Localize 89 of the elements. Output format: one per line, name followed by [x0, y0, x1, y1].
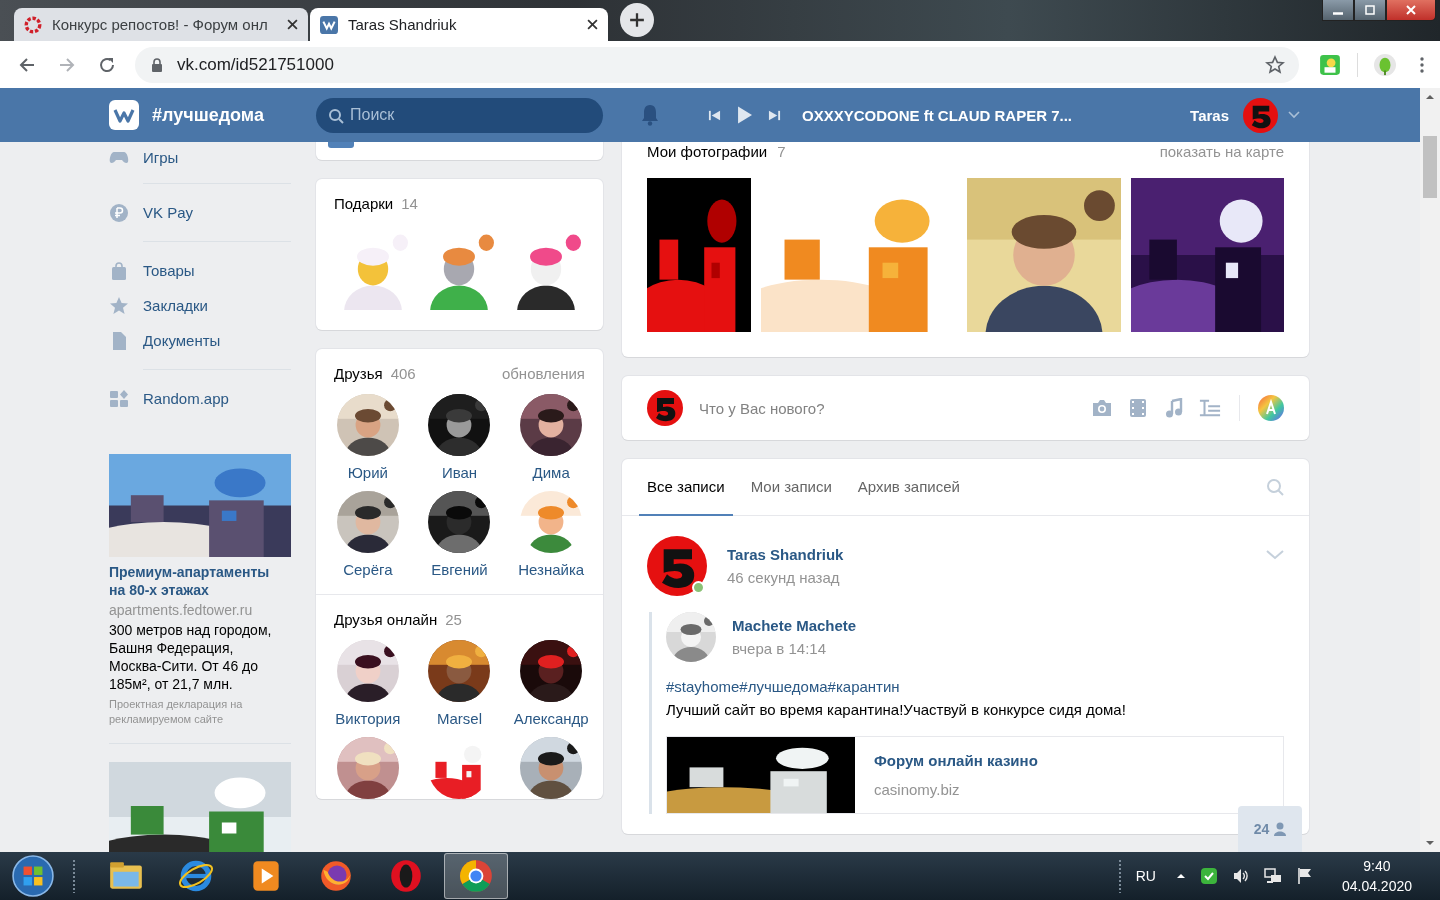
close-icon[interactable]: [587, 19, 598, 30]
tab-title: Taras Shandriuk: [348, 16, 458, 33]
maximize-button[interactable]: [1354, 0, 1386, 21]
scrollbar[interactable]: [1420, 88, 1440, 852]
up-arrow-icon[interactable]: [1425, 94, 1435, 100]
sidebar-item[interactable]: VK Pay: [105, 195, 291, 230]
friend-name[interactable]: Евгений: [431, 561, 488, 578]
avatar[interactable]: [647, 390, 683, 426]
track-title[interactable]: OXXXYCODONE ft CLAUD RAPER 7...: [802, 106, 1191, 124]
hashtags[interactable]: #stayhome#лучшедома#карантин: [666, 678, 1284, 695]
tab-title: Конкурс репостов! - Форум онл: [52, 16, 269, 33]
ad-note: Проектная декларация на рекламируемом сайте: [109, 697, 244, 727]
section-title[interactable]: Друзья: [334, 365, 383, 382]
post-input[interactable]: Что у Вас нового?: [697, 398, 1077, 418]
market-icon: [109, 260, 129, 281]
start-button[interactable]: [12, 855, 54, 897]
down-arrow-icon[interactable]: [1425, 840, 1435, 846]
sidebar-item[interactable]: Игры: [105, 142, 291, 172]
url-text: vk.com/id521751000: [177, 54, 335, 75]
wall-tab[interactable]: Все записи: [639, 459, 733, 516]
count: 25: [445, 611, 462, 628]
repost-author[interactable]: Machete Machete: [732, 617, 1284, 634]
site-title[interactable]: #лучшедома: [152, 104, 264, 126]
star-icon[interactable]: [1265, 54, 1285, 75]
flag-icon[interactable]: [1295, 867, 1314, 885]
post-text: Лучший сайт во время карантина!Участвуй в конкурсе сидя дома!: [666, 701, 1127, 718]
section-title[interactable]: Друзья онлайн: [334, 611, 438, 628]
lock-icon: [151, 57, 163, 72]
browser-tab[interactable]: Конкурс репостов! - Форум онл: [14, 8, 308, 41]
minimize-button[interactable]: [1322, 0, 1354, 21]
caret-icon[interactable]: [1175, 873, 1186, 879]
ad-text: 300 метров над городом, Башня Федерация, Москва-Сити. От 46 до 185м², от 21,7 млн.: [109, 621, 273, 693]
vk-logo-icon[interactable]: [109, 100, 139, 130]
bookmarks-icon: [109, 295, 129, 316]
ad-title[interactable]: Премиум-апартаменты на 80-х этажах: [109, 563, 281, 599]
sidebar-item[interactable]: Random.app: [105, 381, 291, 416]
sidebar-item[interactable]: Документы: [105, 323, 291, 358]
apps-icon: [109, 388, 129, 409]
search-icon: [328, 107, 344, 124]
friend-name[interactable]: Marsel: [437, 710, 482, 727]
count: 406: [390, 365, 416, 382]
address-field[interactable]: vk.com/id521751000: [135, 46, 1299, 83]
minimize-icon: [1333, 11, 1343, 15]
post-author[interactable]: Taras Shandriuk: [727, 546, 1246, 563]
link-title[interactable]: Форум онлайн казино: [874, 752, 1038, 769]
user-name[interactable]: Taras: [1190, 106, 1229, 124]
wall-tab[interactable]: Архив записей: [849, 459, 968, 516]
shield-icon[interactable]: [1199, 867, 1218, 885]
maximize-icon: [1364, 4, 1376, 16]
section-title[interactable]: Подарки: [334, 195, 394, 212]
link-domain: casinomy.biz: [874, 781, 961, 798]
language-indicator[interactable]: RU: [1135, 868, 1156, 884]
scrollbar-thumb[interactable]: [1423, 136, 1437, 198]
sidebar-item[interactable]: Закладки: [105, 288, 291, 323]
search-field[interactable]: Поиск: [316, 97, 603, 133]
count: 7: [777, 142, 786, 162]
close-icon[interactable]: [287, 19, 298, 30]
friend-name[interactable]: Иван: [441, 464, 478, 481]
previous-icon[interactable]: [708, 108, 721, 122]
wheel-icon: [457, 857, 495, 895]
speaker-icon[interactable]: [1231, 867, 1250, 885]
link-card[interactable]: Форум онлайн казино casinomy.biz: [666, 736, 1284, 814]
friend-name[interactable]: Юрий: [347, 464, 388, 481]
browser-tab[interactable]: Taras Shandriuk: [310, 8, 608, 41]
friend-name[interactable]: Александр: [513, 710, 589, 727]
clock-time[interactable]: 9:40: [1363, 858, 1391, 874]
plus-icon: [629, 12, 645, 28]
section-title[interactable]: Мои фотографии: [647, 142, 768, 162]
play-icon[interactable]: [737, 106, 752, 124]
wall-tab[interactable]: Мои записи: [742, 459, 840, 516]
avatar[interactable]: [647, 536, 707, 596]
friend-name[interactable]: Незнайка: [518, 561, 585, 578]
friend-name[interactable]: Серёга: [343, 561, 393, 578]
clock-date[interactable]: 04.04.2020: [1341, 878, 1412, 894]
close-button[interactable]: [1386, 0, 1436, 21]
next-icon[interactable]: [768, 108, 781, 122]
menu-icon[interactable]: [1420, 56, 1424, 73]
pay-icon: [109, 202, 129, 223]
count: 14: [401, 195, 418, 212]
color-circle-icon[interactable]: [1258, 395, 1284, 421]
ring-icon: [24, 15, 42, 34]
friend-name[interactable]: Дима: [532, 464, 570, 481]
friend-name[interactable]: Виктория: [335, 710, 401, 727]
person-icon: [1274, 822, 1287, 836]
sidebar-item[interactable]: Товары: [105, 253, 291, 288]
close-icon: [1405, 4, 1417, 16]
new-tab-button[interactable]: [620, 3, 654, 37]
vk-logo-icon: [320, 15, 338, 34]
network-icon[interactable]: [1263, 867, 1282, 885]
